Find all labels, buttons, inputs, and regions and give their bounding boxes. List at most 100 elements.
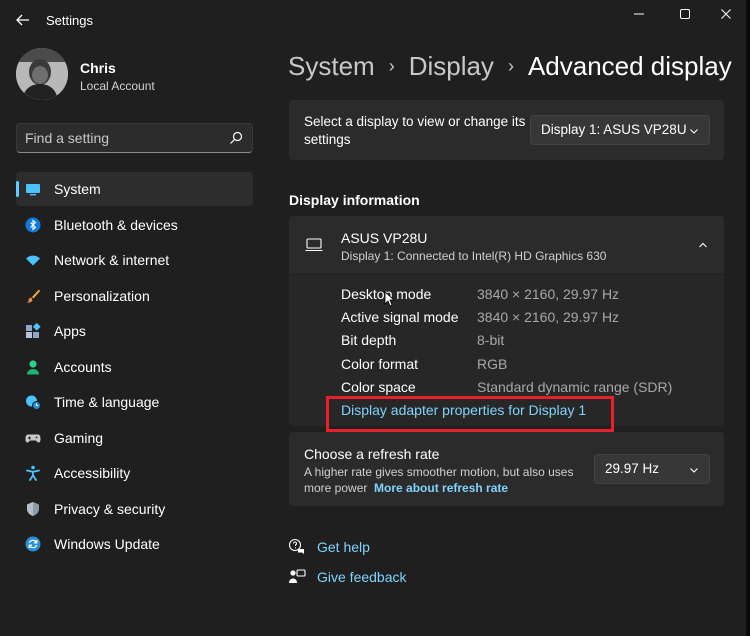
sidebar-item-accounts[interactable]: Accounts [16,350,253,384]
get-help-row[interactable]: Get help [288,537,370,557]
settings-window: Settings Chris Local Account Find a sett… [0,0,750,636]
gamepad-icon [25,434,41,442]
display-adapter-properties-link[interactable]: Display adapter properties for Display 1 [341,402,586,418]
user-name: Chris [80,60,116,76]
chevron-down-icon [690,468,698,473]
breadcrumb: System › Display › Advanced display [288,48,732,84]
sidebar-item-windows-update[interactable]: Windows Update [16,527,253,561]
property-value: Standard dynamic range (SDR) [477,379,673,395]
window-frame-edge [746,0,750,636]
chevron-down-icon [690,129,698,134]
minimize-icon [634,13,644,15]
property-row: Bit depth 8-bit [341,332,711,352]
display-dropdown-value: Display 1: ASUS VP28U [541,122,687,137]
brush-icon [26,289,40,303]
monitor-icon [26,184,40,196]
breadcrumb-system[interactable]: System [288,51,375,82]
sidebar-item-label: Bluetooth & devices [54,216,178,233]
more-about-refresh-rate-link[interactable]: More about refresh rate [374,481,508,495]
sidebar-item-label: Gaming [54,429,104,446]
person-icon [27,359,39,374]
title-bar: Settings [0,0,750,40]
chevron-up-icon[interactable] [698,240,708,250]
get-help-link[interactable]: Get help [317,539,370,555]
give-feedback-row[interactable]: Give feedback [288,567,407,587]
property-row: Desktop mode 3840 × 2160, 29.97 Hz [341,286,711,306]
close-icon [721,9,731,19]
sidebar-item-label: Accounts [54,358,112,375]
avatar-photo-icon [16,48,68,100]
maximize-icon [680,9,690,19]
sidebar-item-label: Accessibility [54,465,131,481]
refresh-rate-dropdown[interactable]: 29.97 Hz [594,454,710,484]
sidebar-item-label: System [54,181,101,197]
monitor-connection: Display 1: Connected to Intel(R) HD Grap… [341,249,607,263]
feedback-icon [289,569,306,583]
search-box [16,123,253,153]
close-button[interactable] [705,0,747,28]
refresh-rate-dropdown-value: 29.97 Hz [605,461,660,476]
select-display-card: Select a display to view or change its s… [289,100,724,160]
property-value: 3840 × 2160, 29.97 Hz [477,286,620,302]
give-feedback-link[interactable]: Give feedback [317,569,407,585]
sidebar-nav: System Bluetooth & devices Network & int… [16,172,253,563]
property-value: RGB [477,356,508,372]
sidebar-item-label: Privacy & security [54,500,166,517]
avatar[interactable] [16,48,68,100]
user-account-type: Local Account [80,79,155,93]
apps-icon [26,323,41,338]
sidebar-item-bluetooth[interactable]: Bluetooth & devices [16,208,253,242]
search-icon[interactable] [228,130,244,146]
property-row: Active signal mode 3840 × 2160, 29.97 Hz [341,309,711,329]
sidebar-item-accessibility[interactable]: Accessibility [16,456,253,490]
property-row: Color format RGB [341,356,711,376]
sidebar-item-label: Time & language [54,394,160,410]
back-button[interactable] [10,8,36,32]
update-icon [25,536,41,552]
help-chat-icon [288,538,304,554]
search-input[interactable] [17,124,222,152]
breadcrumb-display[interactable]: Display [409,51,494,82]
sidebar-item-time-language[interactable]: Time & language [16,385,253,419]
accessibility-icon [26,465,40,481]
minimize-button[interactable] [618,0,660,28]
sidebar-item-label: Apps [54,323,86,339]
laptop-icon [305,238,323,252]
refresh-rate-card: Choose a refresh rate A higher rate give… [289,432,724,506]
breadcrumb-chevron-icon: › [388,55,395,76]
sidebar-item-network[interactable]: Network & internet [16,243,253,277]
sidebar-item-system[interactable]: System [16,172,253,206]
sidebar-item-label: Personalization [54,287,150,304]
sidebar-item-apps[interactable]: Apps [16,314,253,348]
sidebar-item-privacy-security[interactable]: Privacy & security [16,492,253,526]
clock-globe-icon [26,395,41,410]
property-label: Active signal mode [341,309,459,325]
display-info-header[interactable]: ASUS VP28U Display 1: Connected to Intel… [289,216,724,274]
mouse-cursor-icon [384,291,394,307]
wifi-icon [26,255,40,266]
property-label: Color format [341,356,419,372]
refresh-rate-title: Choose a refresh rate [304,446,440,462]
shield-icon [27,501,39,516]
select-display-text: Select a display to view or change its s… [304,114,526,147]
app-title: Settings [46,13,93,28]
sidebar-item-personalization[interactable]: Personalization [16,279,253,313]
sidebar-item-label: Network & internet [54,252,170,268]
sidebar-item-label: Windows Update [54,536,160,552]
property-value: 3840 × 2160, 29.97 Hz [477,309,620,325]
property-label: Color space [341,379,416,395]
maximize-button[interactable] [664,0,706,28]
page-title: Advanced display [527,50,732,81]
property-value: 8-bit [477,332,505,348]
display-info-heading: Display information [289,192,420,208]
back-arrow-icon [16,14,29,26]
monitor-name: ASUS VP28U [341,230,428,246]
bluetooth-icon [25,217,41,232]
breadcrumb-chevron-icon: › [507,55,514,76]
property-row: Color space Standard dynamic range (SDR) [341,379,711,399]
property-label: Bit depth [341,332,397,348]
refresh-rate-description: A higher rate gives smoother motion, but… [304,464,574,496]
sidebar-item-gaming[interactable]: Gaming [16,421,253,455]
display-dropdown[interactable]: Display 1: ASUS VP28U [530,115,710,145]
display-info-body: Desktop mode 3840 × 2160, 29.97 Hz Activ… [289,275,724,426]
